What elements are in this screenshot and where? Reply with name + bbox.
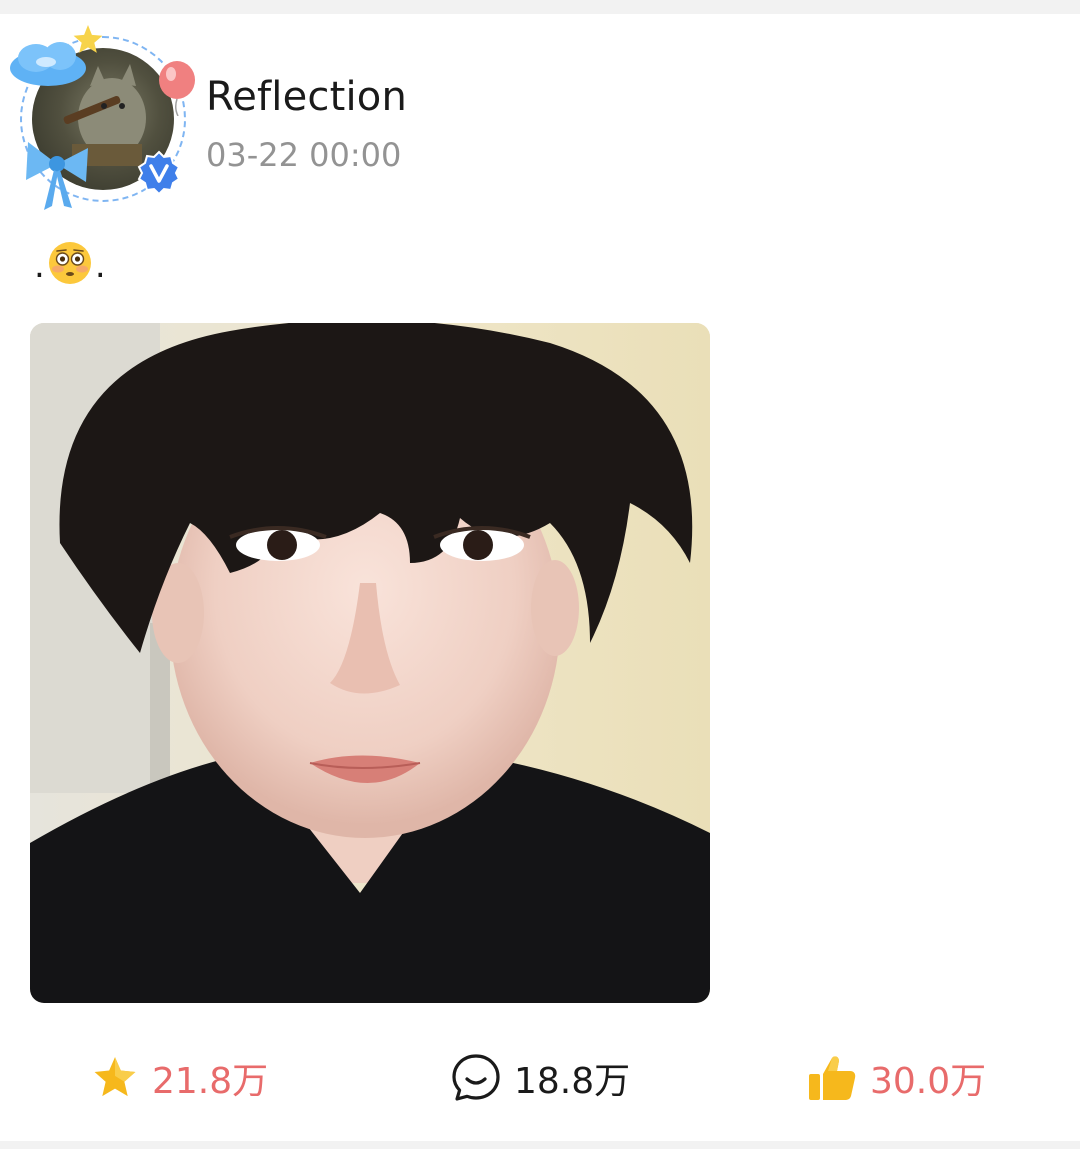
author-name[interactable]: Reflection [206, 74, 407, 120]
bow-sticker-icon [26, 142, 88, 210]
bottom-divider [0, 1141, 1080, 1149]
repost-count: 21.8万 [152, 1061, 269, 1102]
post-card: Reflection 03-22 00:00 . . 21.8万 18.8万 3… [0, 0, 1080, 1149]
post-text-suffix: . [94, 246, 106, 286]
verified-badge-icon [137, 150, 181, 196]
thumbs-up-icon [809, 1056, 856, 1100]
post-timestamp: 03-22 00:00 [206, 136, 402, 174]
post-text: . . [34, 236, 106, 286]
top-divider [0, 0, 1080, 14]
comment-count: 18.8万 [514, 1061, 631, 1102]
comment-button[interactable]: 18.8万 [450, 1050, 630, 1106]
comment-bubble-icon [452, 1054, 500, 1101]
balloon-sticker-icon [159, 61, 195, 116]
avatar[interactable] [6, 22, 202, 218]
post-text-prefix: . [34, 246, 45, 286]
like-count: 30.0万 [870, 1061, 987, 1102]
star-sticker-icon [73, 25, 103, 53]
repost-button[interactable]: 21.8万 [90, 1050, 268, 1106]
flushed-face-emoji-icon [48, 242, 91, 284]
star-icon [94, 1057, 136, 1097]
post-photo[interactable] [30, 323, 710, 1003]
like-button[interactable]: 30.0万 [806, 1050, 986, 1106]
